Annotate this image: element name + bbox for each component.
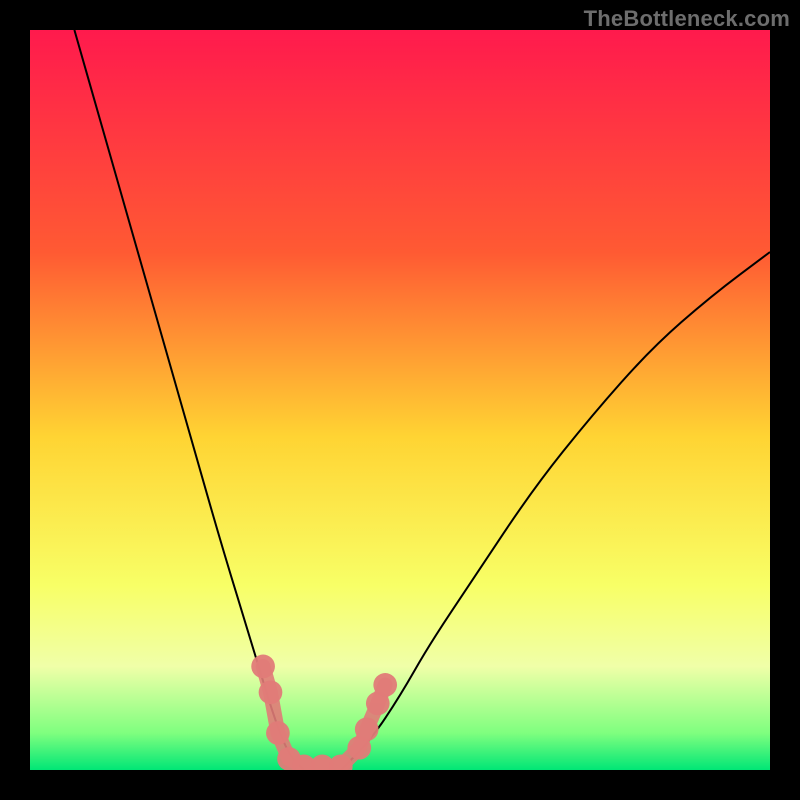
watermark-text: TheBottleneck.com bbox=[584, 6, 790, 32]
chart-canvas: TheBottleneck.com bbox=[0, 0, 800, 800]
gradient-background bbox=[30, 30, 770, 770]
plot-svg bbox=[30, 30, 770, 770]
